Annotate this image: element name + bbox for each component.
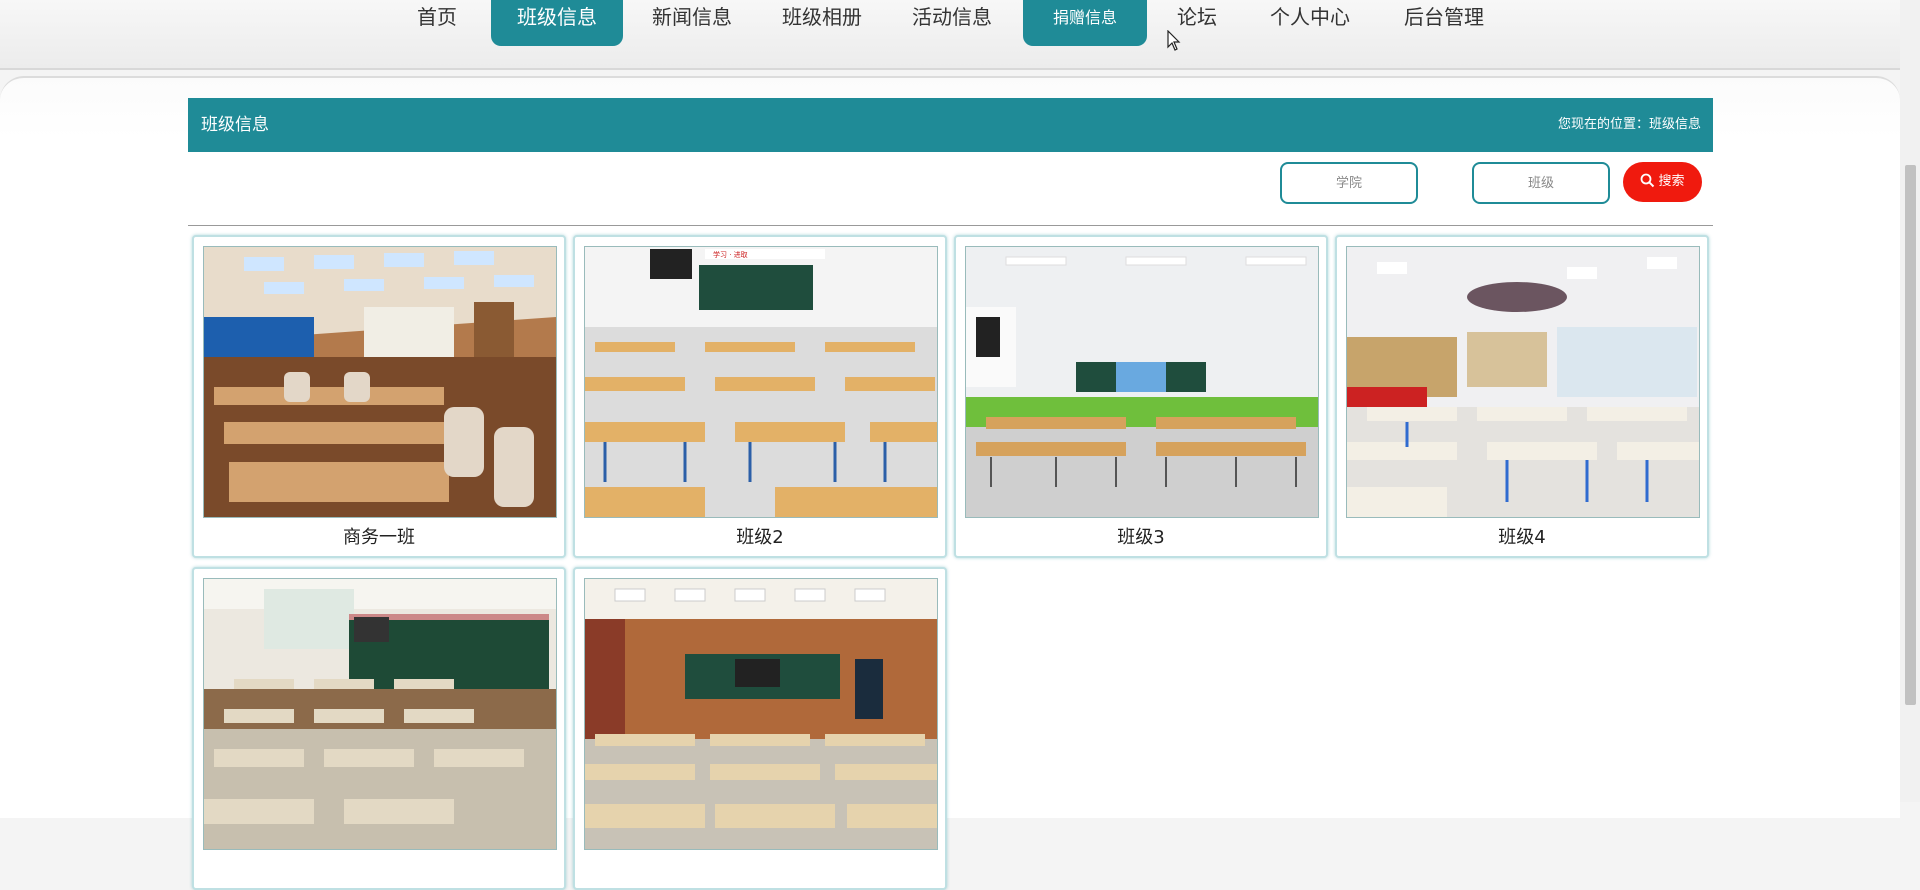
class-card[interactable]: 商务一班 — [192, 235, 566, 558]
class-card[interactable] — [573, 567, 947, 890]
nav-item-news[interactable]: 新闻信息 — [640, 0, 744, 46]
class-photo — [584, 578, 938, 850]
scrollbar[interactable] — [1900, 0, 1920, 802]
search-icon — [1641, 173, 1655, 188]
class-card[interactable]: 学习 · 进取 班级2 — [573, 235, 947, 558]
search-button[interactable]: 搜索 — [1623, 162, 1702, 202]
mouse-cursor-icon — [1167, 30, 1181, 51]
divider — [188, 225, 1713, 226]
page-title: 班级信息 — [201, 115, 269, 135]
nav-item-personal-center[interactable]: 个人中心 — [1262, 0, 1358, 46]
nav-item-activities[interactable]: 活动信息 — [900, 0, 1004, 46]
scrollbar-thumb[interactable] — [1905, 165, 1916, 705]
nav-item-home[interactable]: 首页 — [400, 0, 474, 46]
nav-item-donations[interactable]: 捐赠信息 — [1023, 0, 1147, 46]
svg-text:学习 · 进取: 学习 · 进取 — [713, 250, 748, 259]
class-name: 商务一班 — [343, 527, 415, 548]
class-photo: 学习 · 进取 — [584, 246, 938, 518]
top-navigation: 首页 班级信息 新闻信息 班级相册 活动信息 捐赠信息 论坛 个人中心 后台管理 — [0, 0, 1900, 70]
nav-item-admin[interactable]: 后台管理 — [1396, 0, 1492, 46]
class-name: 班级4 — [1498, 527, 1546, 548]
college-search-input[interactable] — [1280, 162, 1418, 204]
class-card[interactable]: 班级3 — [954, 235, 1328, 558]
nav-item-class-info[interactable]: 班级信息 — [491, 0, 623, 46]
class-photo — [1346, 246, 1700, 518]
class-photo — [965, 246, 1319, 518]
class-card[interactable]: 班级4 — [1335, 235, 1709, 558]
class-name: 班级2 — [736, 527, 784, 548]
nav-item-class-album[interactable]: 班级相册 — [770, 0, 874, 46]
class-search-input[interactable] — [1472, 162, 1610, 204]
search-button-label: 搜索 — [1658, 174, 1685, 189]
class-photo — [203, 246, 557, 518]
section-header: 班级信息 您现在的位置：班级信息 — [188, 98, 1713, 152]
class-card[interactable] — [192, 567, 566, 890]
class-photo — [203, 578, 557, 850]
class-name: 班级3 — [1117, 527, 1165, 548]
breadcrumb: 您现在的位置：班级信息 — [1557, 117, 1701, 132]
